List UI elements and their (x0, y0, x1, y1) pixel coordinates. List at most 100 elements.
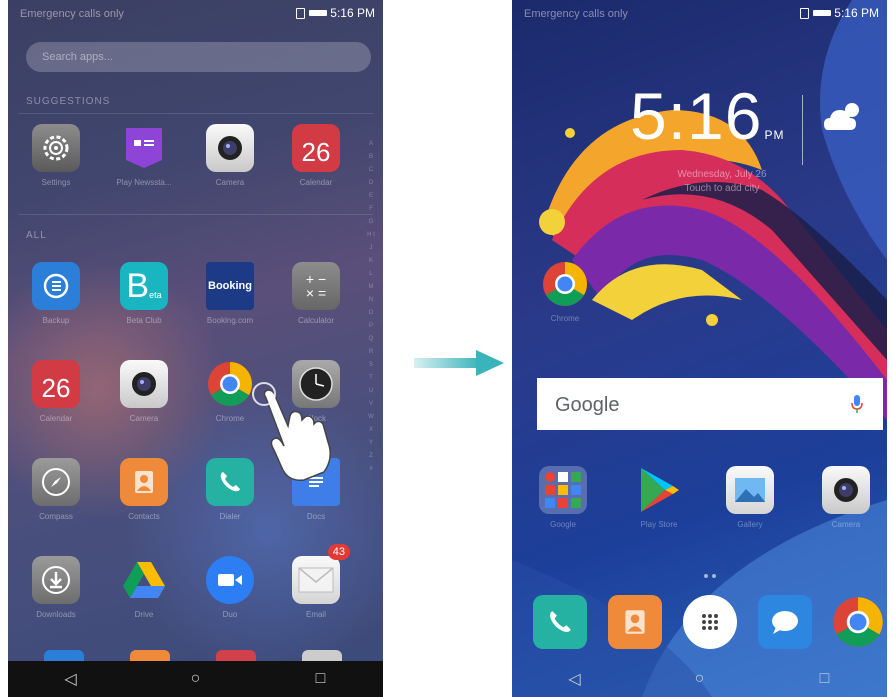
camera-icon (822, 466, 870, 514)
calendar-day: 26 (301, 136, 331, 167)
camera-icon (120, 360, 168, 408)
app-gallery[interactable]: Gallery (720, 466, 780, 529)
app-downloads[interactable]: Downloads (26, 556, 86, 619)
app-camera[interactable]: Camera (816, 466, 876, 529)
email-icon: 43 (292, 544, 350, 604)
app-compass[interactable]: Compass (26, 458, 86, 521)
divider (18, 113, 373, 114)
app-settings[interactable]: Settings (26, 124, 86, 187)
apps-grid-icon (683, 595, 737, 649)
app-drawer-button[interactable] (680, 595, 740, 649)
app-label: Calendar (39, 414, 73, 423)
sim-icon (296, 8, 306, 20)
app-label: Calculator (297, 316, 334, 325)
tap-hand-icon (252, 382, 331, 481)
page-indicator (702, 565, 718, 583)
home-button[interactable]: ○ (166, 670, 226, 688)
calendar-icon: 26 (32, 360, 80, 408)
search-apps-input[interactable]: Search apps... (26, 42, 371, 72)
app-label: Contacts (128, 512, 160, 521)
divider (18, 214, 373, 215)
folder-google[interactable]: Google (533, 466, 593, 529)
app-play-newsstand[interactable]: Play Newssta... (114, 124, 174, 187)
clock-time: 5:16 (630, 79, 763, 153)
app-label: Play Newssta... (116, 178, 172, 187)
app-label: Drive (134, 610, 154, 619)
weather-icon[interactable] (820, 96, 870, 141)
app-play-store[interactable]: Play Store (629, 466, 689, 529)
search-placeholder: Search apps... (42, 51, 113, 63)
back-button[interactable]: ◁ (545, 669, 605, 689)
app-label: Downloads (36, 610, 76, 619)
video-icon (206, 556, 254, 604)
navigation-bar: ◁ ○ □ (512, 661, 887, 697)
app-calendar[interactable]: 26 Calendar (26, 360, 86, 423)
app-label: Docs (306, 512, 326, 521)
app-beta-club[interactable]: Beta Beta Club (114, 262, 174, 325)
drive-icon (120, 556, 168, 604)
app-label: Gallery (737, 520, 763, 529)
back-button[interactable]: ◁ (41, 669, 101, 689)
app-camera[interactable]: Camera (114, 360, 174, 423)
app-chrome[interactable]: Chrome (535, 260, 595, 323)
app-drawer-screen: Emergency calls only 5:16 PM Search apps… (8, 0, 383, 697)
beta-sub: eta (149, 290, 162, 300)
app-contacts[interactable]: Contacts (114, 458, 174, 521)
widget-divider (802, 95, 803, 165)
dock-phone[interactable] (530, 595, 590, 649)
microphone-icon[interactable] (851, 394, 863, 414)
app-duo[interactable]: Duo (200, 556, 260, 619)
app-calendar[interactable]: 26 Calendar (286, 124, 346, 187)
app-label: Booking.com (206, 316, 254, 325)
status-bar: Emergency calls only 5:16 PM (8, 0, 383, 26)
phone-icon (206, 458, 254, 506)
app-calculator[interactable]: + − × = Calculator (286, 262, 346, 325)
home-screen: Emergency calls only 5:16 PM 5:16 PM Wedn… (512, 0, 887, 697)
home-button[interactable]: ○ (670, 670, 730, 688)
calendar-icon: 26 (292, 124, 340, 172)
contacts-icon (120, 458, 168, 506)
recent-apps-button[interactable]: □ (291, 670, 351, 688)
gear-icon (32, 124, 80, 172)
app-email[interactable]: 43 Email (286, 544, 350, 619)
app-label: Calendar (299, 178, 333, 187)
date-line: Wednesday, July 26 (677, 169, 767, 180)
app-label: Play Store (640, 520, 678, 529)
backup-icon (32, 262, 80, 310)
beta-club-icon: Beta (120, 262, 168, 310)
unread-badge: 43 (327, 544, 350, 560)
google-search-bar[interactable]: Google (537, 378, 883, 430)
app-label: Google (550, 520, 576, 529)
recent-apps-button[interactable]: □ (795, 670, 855, 688)
clock-ampm: PM (764, 128, 785, 142)
dock-messaging[interactable] (755, 595, 815, 649)
app-camera[interactable]: Camera (200, 124, 260, 187)
status-time: 5:16 PM (834, 6, 879, 20)
chrome-icon (831, 595, 885, 649)
app-label: Chrome (550, 314, 580, 323)
play-store-icon (635, 466, 683, 514)
dock-chrome[interactable] (828, 595, 887, 649)
status-bar: Emergency calls only 5:16 PM (512, 0, 887, 26)
gallery-icon (726, 466, 774, 514)
app-drive[interactable]: Drive (114, 556, 174, 619)
alphabet-index[interactable]: A B C D E F G H I J K L M N O P Q R S T … (367, 138, 375, 476)
carrier-text: Emergency calls only (524, 8, 628, 20)
suggestions-heading: SUGGESTIONS (26, 96, 111, 107)
booking-icon: Booking (206, 262, 254, 310)
compass-icon (32, 458, 80, 506)
navigation-bar: ◁ ○ □ (8, 661, 383, 697)
newsstand-icon (120, 124, 168, 172)
sim-icon (800, 8, 810, 20)
dock-contacts[interactable] (605, 595, 665, 649)
app-label: Camera (129, 414, 159, 423)
app-label: Dialer (219, 512, 241, 521)
phone-icon (533, 595, 587, 649)
chrome-icon (541, 260, 589, 308)
calculator-icon: + − × = (292, 262, 340, 310)
app-backup[interactable]: Backup (26, 262, 86, 325)
date-text[interactable]: Wednesday, July 26 Touch to add city (647, 168, 797, 196)
status-time: 5:16 PM (330, 6, 375, 20)
clock-widget[interactable]: 5:16 PM (630, 78, 784, 154)
app-booking[interactable]: Booking Booking.com (200, 262, 260, 325)
